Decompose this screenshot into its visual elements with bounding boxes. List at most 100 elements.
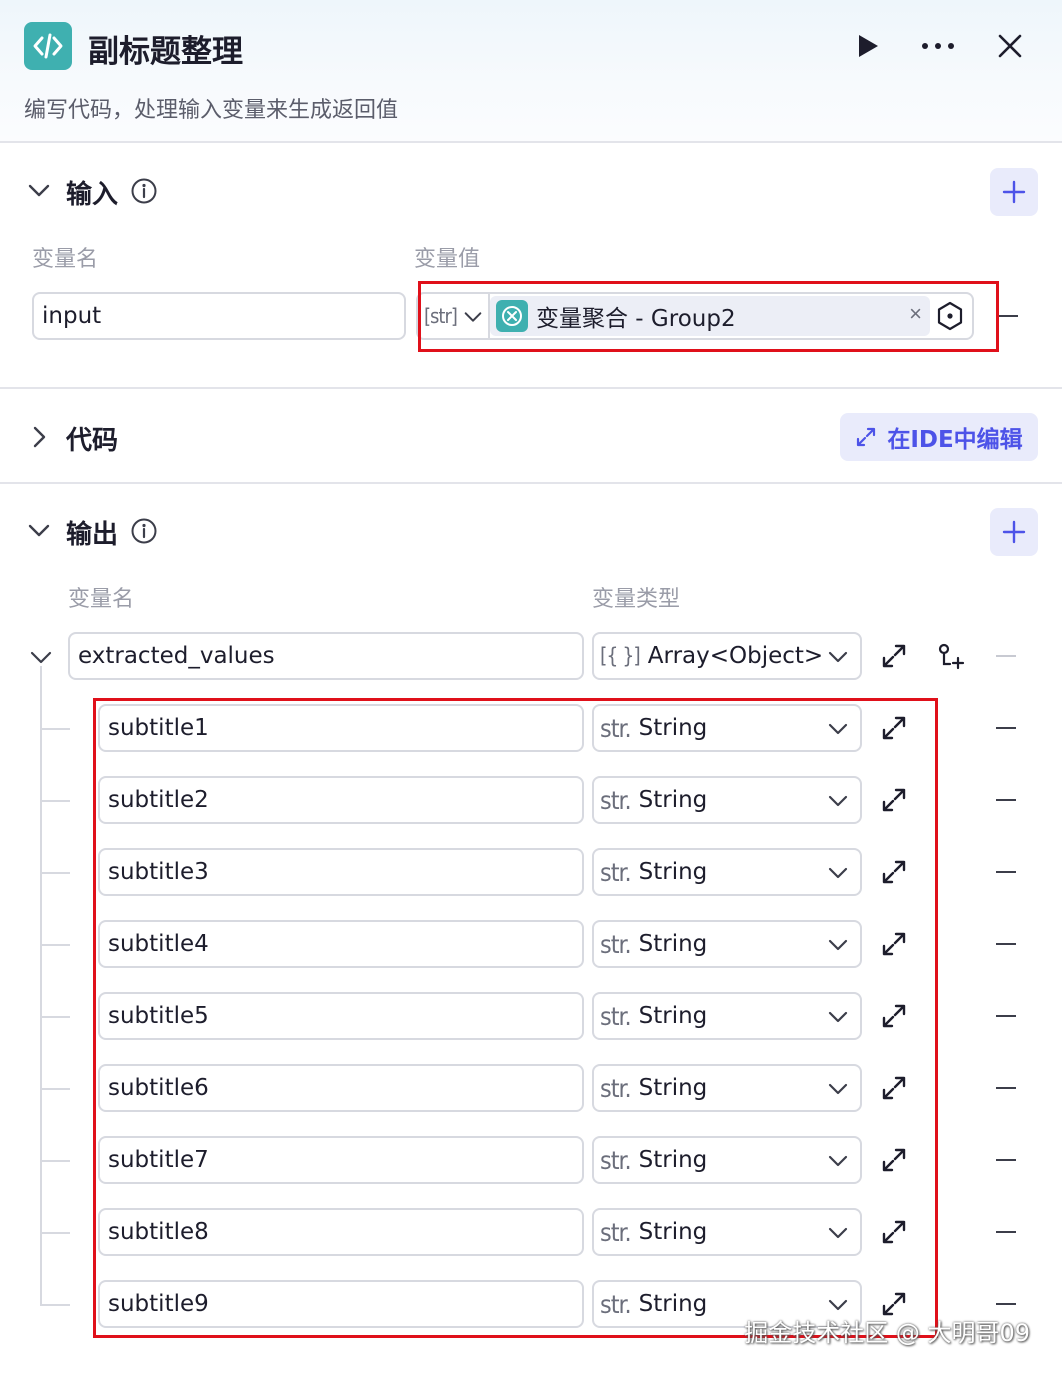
- output-child-type-select[interactable]: str. String: [592, 1136, 862, 1184]
- remove-output-button[interactable]: [996, 655, 1016, 657]
- expand-icon[interactable]: [880, 1218, 908, 1246]
- expand-icon[interactable]: [880, 714, 908, 742]
- chevron-down-icon[interactable]: [26, 518, 52, 544]
- input-col-value-label: 变量值: [414, 247, 481, 272]
- tree-connector: [40, 1304, 70, 1306]
- tree-connector: [40, 872, 70, 874]
- expand-icon[interactable]: [880, 1002, 908, 1030]
- output-child-type-select[interactable]: str. String: [592, 920, 862, 968]
- info-icon[interactable]: [131, 518, 157, 544]
- input-section-title: 输入: [66, 180, 119, 210]
- expand-icon[interactable]: [880, 930, 908, 958]
- output-col-name-label: 变量名: [68, 587, 135, 612]
- chevron-down-icon: [828, 1083, 848, 1095]
- expand-icon[interactable]: [880, 1074, 908, 1102]
- string-type-badge: str.: [600, 1145, 632, 1175]
- string-type-badge: str.: [600, 713, 632, 743]
- output-section-title: 输出: [66, 520, 119, 550]
- chevron-down-icon: [828, 795, 848, 807]
- output-type-select[interactable]: [{ }] Array<Object>: [592, 632, 862, 680]
- edit-in-ide-button[interactable]: 在IDE中编辑: [840, 413, 1038, 461]
- node-header: 副标题整理 编写代码，处理输入变量来生成返回值: [0, 0, 1062, 143]
- input-var-name-field[interactable]: input: [32, 292, 406, 340]
- output-child-type-select[interactable]: str. String: [592, 704, 862, 752]
- type-label: String: [638, 859, 708, 885]
- tree-connector: [40, 800, 70, 802]
- expand-icon[interactable]: [880, 642, 908, 670]
- output-child-name-field[interactable]: subtitle9: [98, 1280, 584, 1328]
- close-icon[interactable]: [992, 28, 1028, 64]
- expand-icon[interactable]: [880, 1146, 908, 1174]
- more-icon[interactable]: [920, 28, 956, 64]
- remove-output-button[interactable]: [996, 727, 1016, 729]
- remove-output-button[interactable]: [996, 871, 1016, 873]
- type-label: String: [638, 1003, 708, 1029]
- type-label: Array<Object>: [647, 643, 824, 669]
- tree-connector: [40, 944, 70, 946]
- plus-icon: [1002, 520, 1026, 544]
- string-type-badge: str.: [600, 1217, 632, 1247]
- add-child-icon[interactable]: [936, 642, 966, 672]
- input-col-name-label: 变量名: [32, 247, 99, 272]
- output-child-name-field[interactable]: subtitle3: [98, 848, 584, 896]
- output-child-type-select[interactable]: str. String: [592, 1208, 862, 1256]
- node-description[interactable]: 编写代码，处理输入变量来生成返回值: [24, 92, 398, 124]
- expand-icon: [857, 427, 876, 447]
- expand-icon[interactable]: [880, 786, 908, 814]
- remove-output-button[interactable]: [996, 943, 1016, 945]
- chevron-down-icon: [828, 723, 848, 735]
- code-section-title: 代码: [66, 426, 119, 456]
- output-child-type-select[interactable]: str. String: [592, 1064, 862, 1112]
- chevron-down-icon: [828, 867, 848, 879]
- clear-icon[interactable]: ×: [909, 301, 922, 327]
- remove-output-button[interactable]: [996, 1015, 1016, 1017]
- variable-reference-chip[interactable]: 变量聚合 - Group2 ×: [490, 296, 930, 336]
- output-child-name-field[interactable]: subtitle1: [98, 704, 584, 752]
- output-child-name-field[interactable]: subtitle6: [98, 1064, 584, 1112]
- section-divider: [0, 482, 1062, 484]
- variable-picker-icon[interactable]: [935, 301, 965, 331]
- chevron-down-icon[interactable]: [462, 306, 484, 328]
- string-type-badge: str.: [600, 929, 632, 959]
- output-child-name-field[interactable]: subtitle4: [98, 920, 584, 968]
- output-child-name-field[interactable]: subtitle7: [98, 1136, 584, 1184]
- info-icon[interactable]: [131, 178, 157, 204]
- play-icon[interactable]: [850, 28, 886, 64]
- output-var-name-field[interactable]: extracted_values: [68, 632, 584, 680]
- watermark: 掘金技术社区 @ 大明哥09: [744, 1319, 1030, 1347]
- expand-icon[interactable]: [880, 858, 908, 886]
- remove-output-button[interactable]: [996, 1159, 1016, 1161]
- variable-aggregator-icon: [496, 300, 528, 332]
- remove-input-button[interactable]: [998, 315, 1018, 317]
- add-input-button[interactable]: [990, 168, 1038, 216]
- chevron-down-icon[interactable]: [26, 178, 52, 204]
- output-child-name-field[interactable]: subtitle5: [98, 992, 584, 1040]
- remove-output-button[interactable]: [996, 1231, 1016, 1233]
- string-type-badge: str.: [600, 1073, 632, 1103]
- output-child-name-field[interactable]: subtitle2: [98, 776, 584, 824]
- type-label: String: [638, 715, 708, 741]
- output-child-name-field[interactable]: subtitle8: [98, 1208, 584, 1256]
- array-object-type-badge: [{ }]: [600, 644, 641, 668]
- remove-output-button[interactable]: [996, 1087, 1016, 1089]
- remove-output-button[interactable]: [996, 1303, 1016, 1305]
- type-label: String: [638, 1147, 708, 1173]
- output-child-type-select[interactable]: str. String: [592, 776, 862, 824]
- string-type-badge: str.: [600, 857, 632, 887]
- variable-reference-label: 变量聚合 - Group2: [536, 306, 736, 332]
- type-label: String: [638, 1291, 708, 1317]
- section-divider: [0, 387, 1062, 389]
- chevron-right-icon[interactable]: [26, 424, 52, 450]
- output-col-type-label: 变量类型: [592, 587, 681, 612]
- chevron-down-icon: [828, 1011, 848, 1023]
- add-output-button[interactable]: [990, 508, 1038, 556]
- node-title[interactable]: 副标题整理: [88, 26, 243, 71]
- code-icon: [24, 22, 72, 70]
- remove-output-button[interactable]: [996, 799, 1016, 801]
- str-type-badge: [str]: [424, 304, 458, 328]
- tree-connector: [40, 666, 42, 1304]
- tree-connector: [40, 1016, 70, 1018]
- output-child-type-select[interactable]: str. String: [592, 992, 862, 1040]
- output-child-type-select[interactable]: str. String: [592, 848, 862, 896]
- edit-in-ide-label: 在IDE中编辑: [887, 427, 1023, 453]
